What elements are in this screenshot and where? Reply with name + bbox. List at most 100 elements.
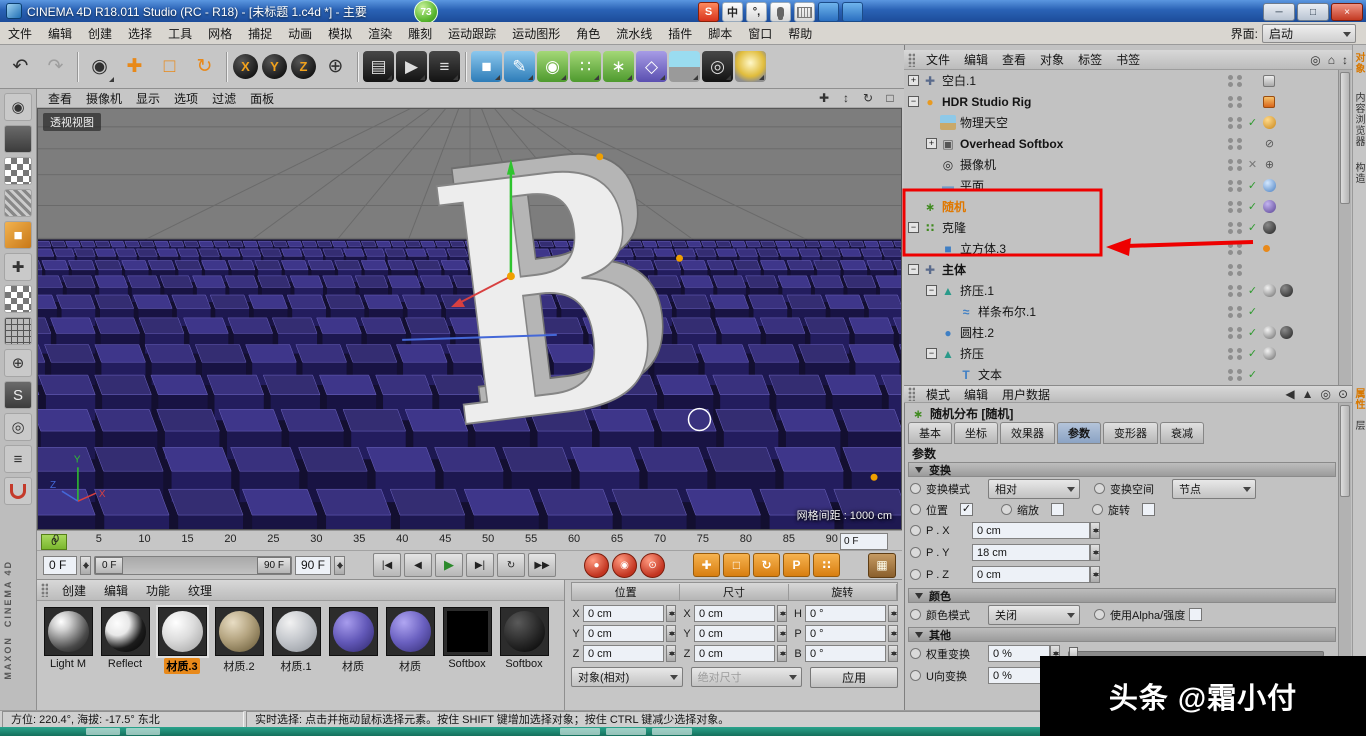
render-picture-viewer-button[interactable]: ▶ xyxy=(396,51,427,82)
om-menu-tag[interactable]: 标签 xyxy=(1071,50,1109,69)
maximize-button[interactable]: □ xyxy=(1297,3,1329,21)
tab-parameter[interactable]: 参数 xyxy=(1057,422,1101,444)
workplane-icon[interactable] xyxy=(4,317,32,345)
range-start-handle[interactable]: 0 F xyxy=(95,557,123,574)
end-frame-field[interactable]: 90 F xyxy=(295,556,331,575)
interface-select[interactable]: 启动 xyxy=(1262,24,1356,43)
menu-animate[interactable]: 动画 xyxy=(280,22,320,44)
z-axis-lock-button[interactable]: Z xyxy=(291,54,316,79)
dock-tab-attributes[interactable]: 属性 xyxy=(1352,388,1366,410)
panel-grip[interactable] xyxy=(41,583,48,597)
keyframe-selection-button[interactable]: ⊙ xyxy=(640,553,665,578)
undo-button[interactable]: ↶ xyxy=(4,50,37,84)
rig-tag-icon[interactable] xyxy=(1263,96,1275,108)
color-mode-select[interactable]: 关闭 xyxy=(988,605,1080,625)
transform-space-select[interactable]: 节点 xyxy=(1172,479,1256,499)
material-menu-edit[interactable]: 编辑 xyxy=(96,580,136,600)
key-position-toggle[interactable]: ✚ xyxy=(693,553,720,577)
om-menu-object[interactable]: 对象 xyxy=(1033,50,1071,69)
coords-size-mode-select[interactable]: 绝对尺寸 xyxy=(691,667,803,687)
material-tag-icon[interactable] xyxy=(1263,221,1276,234)
size-x-field[interactable]: 0 cm xyxy=(694,605,775,622)
viewport-menu-panel[interactable]: 面板 xyxy=(243,89,281,107)
menu-window[interactable]: 窗口 xyxy=(740,22,780,44)
material-item[interactable]: Softbox xyxy=(442,607,492,674)
spline-pen-button[interactable]: ✎ xyxy=(504,51,535,82)
material-item[interactable]: 材质.2 xyxy=(214,607,264,674)
mograph-cloner-button[interactable]: ∷ xyxy=(570,51,601,82)
om-updown-icon[interactable]: ↕ xyxy=(1342,53,1348,67)
key-parameter-toggle[interactable]: P xyxy=(783,553,810,577)
expand-toggle[interactable]: − xyxy=(926,348,937,359)
position-z-field[interactable]: 0 cm xyxy=(583,645,664,662)
tree-item-null1[interactable]: + ✚ 空白.1 xyxy=(904,70,1338,91)
subdivision-surface-button[interactable]: ◉ xyxy=(537,51,568,82)
key-rotation-toggle[interactable]: ↻ xyxy=(753,553,780,577)
param-dot[interactable] xyxy=(1094,483,1105,494)
menu-snap[interactable]: 捕捉 xyxy=(240,22,280,44)
panel-grip[interactable] xyxy=(908,53,915,67)
am-search-icon[interactable]: ◎ xyxy=(1320,387,1330,401)
viewport-dolly-icon[interactable]: ↕ xyxy=(838,91,854,105)
am-menu-edit[interactable]: 编辑 xyxy=(957,386,995,402)
om-menu-bookmark[interactable]: 书签 xyxy=(1109,50,1147,69)
edges-mode-icon[interactable] xyxy=(4,157,32,185)
tray-tool-icon[interactable] xyxy=(842,2,863,22)
go-to-end-button[interactable]: ▶▶ xyxy=(528,553,556,577)
material-item-selected[interactable]: 材质.3 xyxy=(157,607,207,674)
expression-tag-icon[interactable] xyxy=(1263,75,1275,87)
menu-create[interactable]: 创建 xyxy=(80,22,120,44)
autokey-button[interactable]: ◉ xyxy=(612,553,637,578)
texture-tag-icon[interactable] xyxy=(1263,179,1276,192)
viewport-menu-options[interactable]: 选项 xyxy=(167,89,205,107)
tree-item-text[interactable]: T 文本 ✓ xyxy=(904,364,1338,385)
tree-item-overhead-softbox[interactable]: + ▣ Overhead Softbox ⊘ xyxy=(904,133,1338,154)
axis-lock-icon[interactable]: ⊕ xyxy=(4,349,32,377)
tray-network-icon[interactable] xyxy=(818,2,839,22)
rotation-b-field[interactable]: 0 ° xyxy=(805,645,886,662)
sky-tag-icon[interactable] xyxy=(1263,116,1276,129)
om-search-icon[interactable]: ◎ xyxy=(1310,53,1320,67)
make-editable-icon[interactable]: ◉ xyxy=(4,93,32,121)
material-tag-icon[interactable] xyxy=(1280,284,1293,297)
menu-sculpt[interactable]: 雕刻 xyxy=(400,22,440,44)
phong-tag-icon[interactable] xyxy=(1263,245,1270,252)
expand-toggle[interactable]: − xyxy=(926,285,937,296)
target-tag-icon[interactable]: ⊕ xyxy=(1263,158,1276,171)
render-view-button[interactable]: ▤ xyxy=(363,51,394,82)
am-menu-mode[interactable]: 模式 xyxy=(919,386,957,402)
position-x-field[interactable]: 0 cm xyxy=(583,605,664,622)
tree-item-physical-sky[interactable]: 物理天空 ✓ xyxy=(904,112,1338,133)
dock-tab-content-browser[interactable]: 内容浏览器 xyxy=(1352,92,1366,147)
tree-item-main-null[interactable]: − ✚ 主体 xyxy=(904,259,1338,280)
am-lock-icon[interactable]: ⊙ xyxy=(1338,387,1348,401)
tab-coord[interactable]: 坐标 xyxy=(954,422,998,444)
record-keyframe-button[interactable]: ● xyxy=(584,553,609,578)
render-settings-button[interactable]: ≡ xyxy=(429,51,460,82)
panel-grip[interactable] xyxy=(908,387,915,401)
sogou-icon[interactable]: S xyxy=(698,2,719,22)
go-to-start-button[interactable]: |◀ xyxy=(373,553,401,577)
position-y-field[interactable]: 0 cm xyxy=(583,625,664,642)
timeline-ruler[interactable]: 0 051015202530354045505560657075808590 0… xyxy=(37,530,902,551)
title-bar[interactable]: CINEMA 4D R18.011 Studio (RC - R18) - [未… xyxy=(0,0,1366,22)
viewport-menu-view[interactable]: 查看 xyxy=(41,89,79,107)
px-field[interactable]: 0 cm xyxy=(972,522,1090,539)
expand-toggle[interactable]: − xyxy=(908,96,919,107)
position-checkbox[interactable] xyxy=(960,503,973,516)
material-item[interactable]: 材质 xyxy=(385,607,435,674)
menu-motion-tracker[interactable]: 运动跟踪 xyxy=(440,22,504,44)
material-tag-icon[interactable] xyxy=(1280,326,1293,339)
material-item[interactable]: 材质 xyxy=(328,607,378,674)
tree-item-cylinder2[interactable]: ● 圆柱.2 ✓ xyxy=(904,322,1338,343)
tree-item-cloner[interactable]: − ∷ 克隆 ✓ xyxy=(904,217,1338,238)
end-frame-spinner[interactable] xyxy=(334,556,345,575)
material-menu-create[interactable]: 创建 xyxy=(54,580,94,600)
material-item[interactable]: Light M xyxy=(43,607,93,674)
compositing-tag-icon[interactable]: ⊘ xyxy=(1263,137,1276,150)
deformer-button[interactable]: ◇ xyxy=(636,51,667,82)
tab-falloff[interactable]: 衰减 xyxy=(1160,422,1204,444)
rotation-p-field[interactable]: 0 ° xyxy=(805,625,886,642)
viewport-menu-display[interactable]: 显示 xyxy=(129,89,167,107)
group-other[interactable]: 其他 xyxy=(908,627,1336,642)
